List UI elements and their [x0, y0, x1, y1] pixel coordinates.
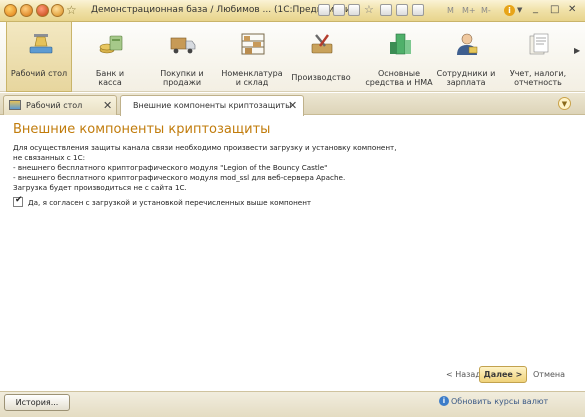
description-line: не связанных с 1С:	[13, 153, 86, 162]
calendar-icon[interactable]	[380, 4, 392, 16]
calculator-icon[interactable]	[412, 4, 424, 16]
tools-icon	[311, 34, 333, 54]
cancel-button[interactable]: Отмена	[533, 370, 565, 379]
history-icon[interactable]	[396, 4, 408, 16]
description-line: Для осуществления защиты канала связи не…	[13, 143, 397, 152]
section-employees[interactable]: Сотрудники и зарплата	[433, 22, 499, 92]
open-windows-tabs: Рабочий стол ✕ Внешние компоненты крипто…	[0, 93, 585, 116]
section-label: Производство	[291, 73, 351, 82]
description-text: Для осуществления защиты канала связи не…	[13, 143, 573, 193]
section-label: Номенклатура и склад	[221, 69, 283, 87]
section-label: Покупки и продажи	[160, 69, 204, 87]
warehouse-shelf-icon	[241, 33, 265, 55]
section-label: Учет, налоги, отчетность	[509, 69, 567, 87]
desktop-small-icon	[9, 100, 21, 110]
sections-panel: Рабочий стол Банк и касса Покупки и прод…	[0, 22, 585, 92]
info-menu-icon[interactable]: i	[504, 5, 515, 16]
tab-crypto-components[interactable]: Внешние компоненты криптозащиты ✕	[120, 95, 304, 116]
section-desktop[interactable]: Рабочий стол	[6, 22, 72, 92]
memory-button[interactable]: M	[447, 6, 454, 15]
tab-desktop[interactable]: Рабочий стол ✕	[3, 95, 117, 115]
next-button[interactable]: Далее >	[479, 366, 527, 383]
section-fixed-assets[interactable]: Основные средства и НМА	[365, 22, 433, 92]
print-icon[interactable]	[333, 4, 345, 16]
document-icon[interactable]	[348, 4, 360, 16]
tab-label: Рабочий стол	[26, 101, 83, 110]
description-line: Загрузка будет производиться не с сайта …	[13, 183, 187, 192]
save-icon[interactable]	[318, 4, 330, 16]
section-accounting[interactable]: Учет, налоги, отчетность	[505, 22, 571, 92]
minimize-icon[interactable]: _	[533, 3, 538, 14]
section-production[interactable]: Производство	[288, 22, 354, 92]
back-button[interactable]: < Назад	[446, 370, 481, 379]
tab-label: Внешние компоненты криптозащиты	[133, 101, 292, 110]
title-bar: ☆ Демонстрационная база / Любимов ... (1…	[0, 0, 585, 22]
chevron-down-icon[interactable]: ▼	[517, 6, 522, 14]
history-button[interactable]: История...	[4, 394, 70, 411]
stop-icon[interactable]	[36, 4, 49, 17]
tab-close-icon[interactable]: ✕	[103, 99, 112, 112]
main-menu-icon[interactable]	[20, 4, 33, 17]
agree-checkbox[interactable]: ✔	[13, 195, 23, 207]
tab-close-icon[interactable]: ✕	[288, 99, 297, 112]
money-icon	[99, 35, 123, 54]
memory-minus-button[interactable]: M-	[481, 6, 491, 15]
building-icon	[390, 33, 411, 55]
forward-icon[interactable]	[51, 4, 64, 17]
description-line: - внешнего бесплатного криптографическог…	[13, 173, 346, 182]
scroll-right-arrow-icon[interactable]: ▶	[574, 46, 580, 55]
section-label: Рабочий стол	[10, 69, 68, 78]
section-bank[interactable]: Банк и касса	[77, 22, 143, 92]
section-label: Основные средства и НМА	[365, 69, 433, 87]
section-sales[interactable]: Покупки и продажи	[149, 22, 215, 92]
close-icon[interactable]: ✕	[568, 4, 576, 15]
tabs-menu-chevron-icon[interactable]: ▼	[558, 97, 571, 110]
app-logo-icon[interactable]	[4, 4, 17, 17]
truck-icon	[170, 37, 196, 54]
employee-icon	[457, 33, 478, 55]
info-icon: i	[439, 396, 449, 406]
desktop-icon	[29, 34, 53, 54]
description-line: - внешнего бесплатного криптографическог…	[13, 163, 328, 172]
documents-icon	[529, 33, 549, 55]
agree-checkbox-label[interactable]: Да, я согласен с загрузкой и установкой …	[28, 198, 311, 207]
favorite-star-icon[interactable]: ☆	[66, 3, 77, 17]
memory-plus-button[interactable]: M+	[462, 6, 476, 15]
page-title: Внешние компоненты криптозащиты	[13, 122, 271, 137]
maximize-icon[interactable]: □	[550, 4, 559, 15]
section-label: Сотрудники и зарплата	[436, 69, 496, 87]
update-currency-rates-link[interactable]: Обновить курсы валют	[451, 397, 548, 406]
favorites-star-icon[interactable]: ☆	[364, 3, 374, 16]
section-warehouse[interactable]: Номенклатура и склад	[219, 22, 285, 92]
section-label: Банк и касса	[95, 69, 125, 87]
checkmark-icon: ✔	[15, 195, 23, 205]
